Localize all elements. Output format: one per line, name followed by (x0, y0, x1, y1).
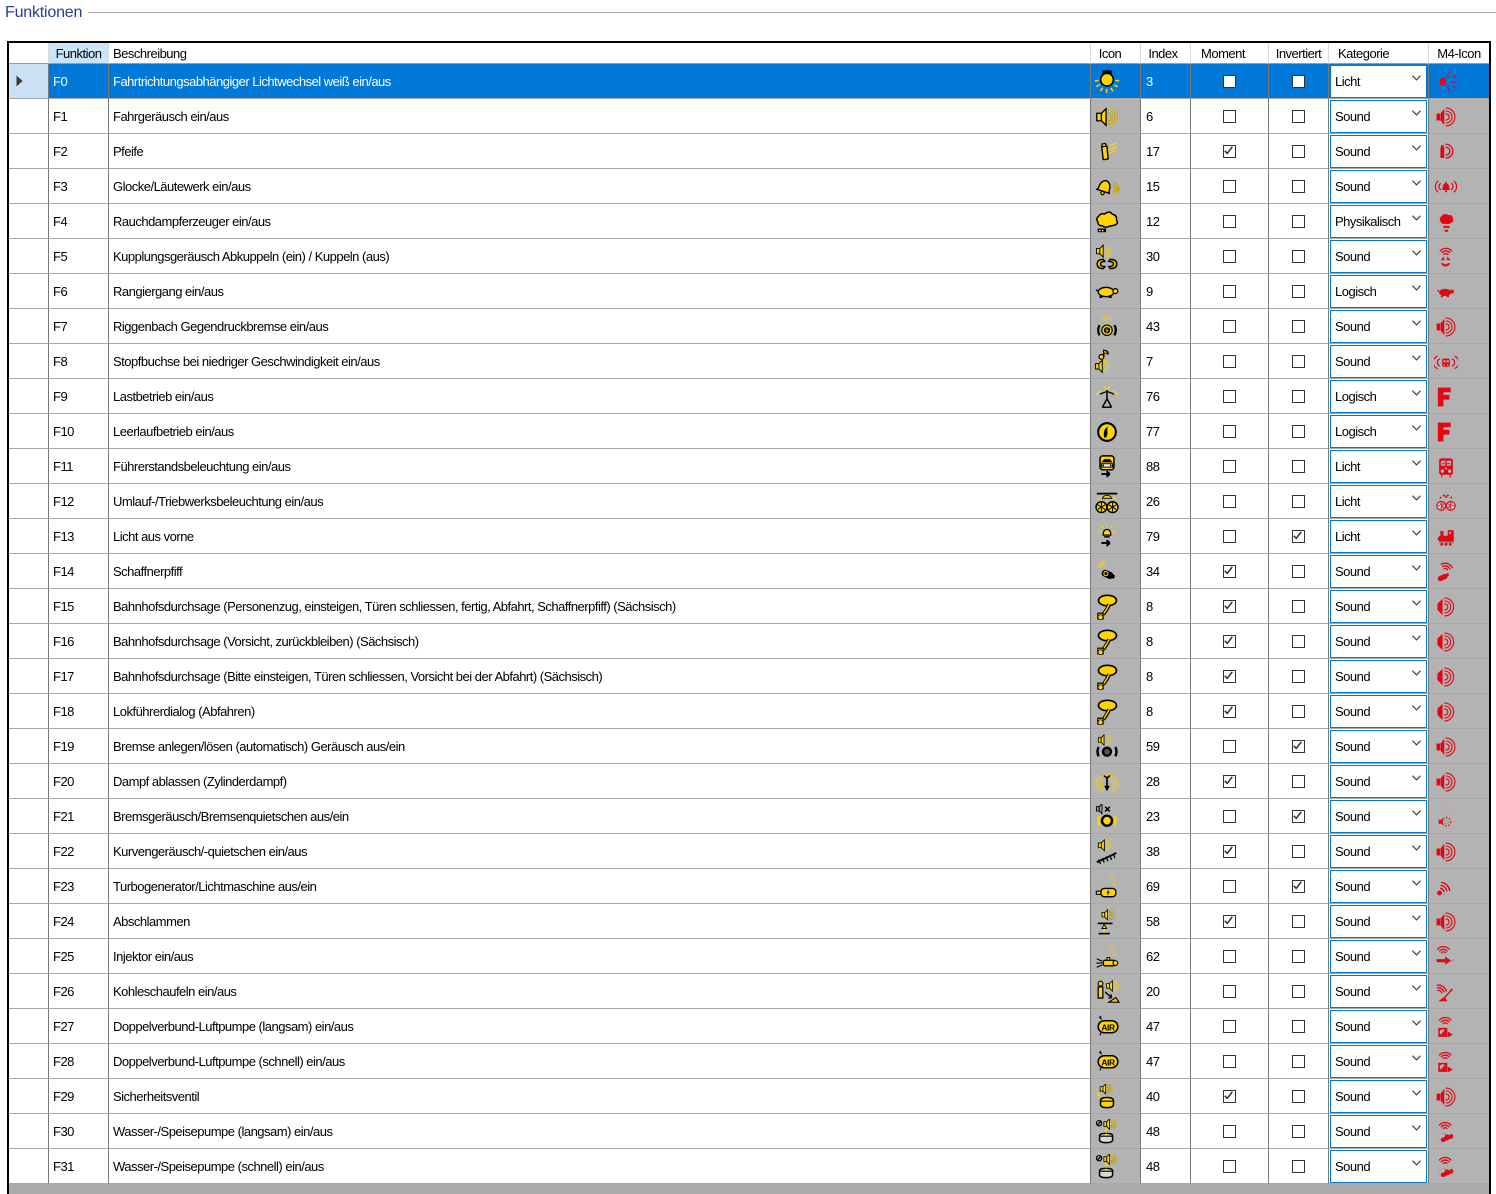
svg-text:AIR: AIR (1101, 1023, 1115, 1033)
svg-text:AIR: AIR (1101, 1058, 1115, 1068)
